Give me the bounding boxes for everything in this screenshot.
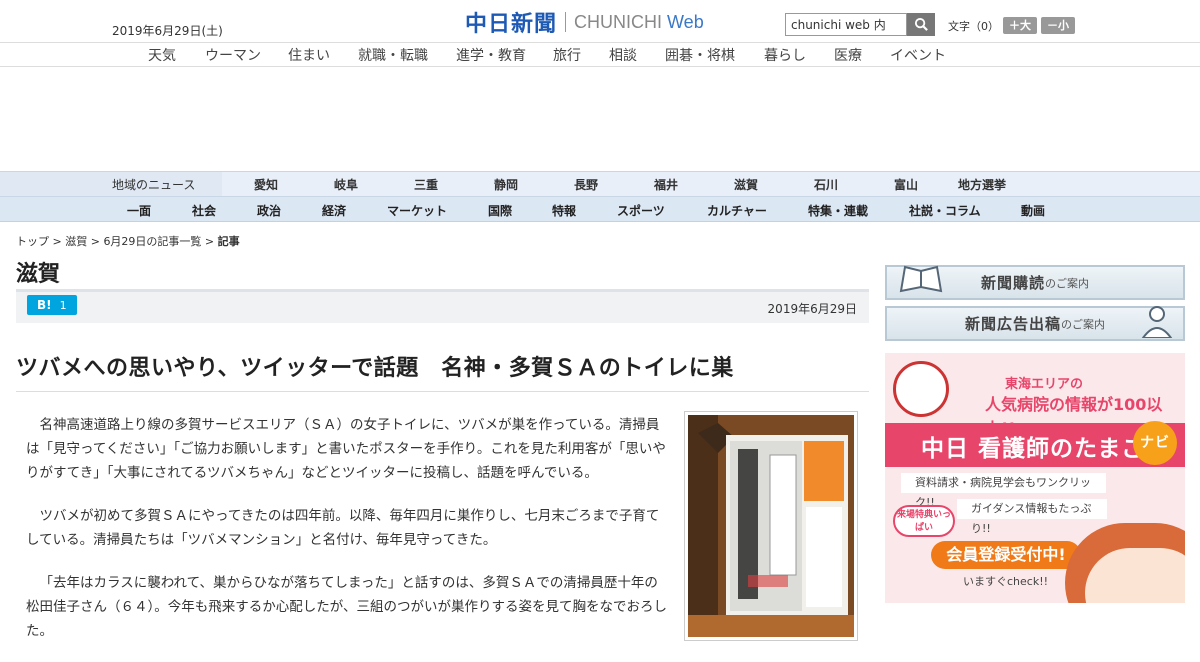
subscribe-info-button[interactable]: 新聞購読 のご案内 bbox=[885, 265, 1185, 300]
text-size-label: 文字（0） bbox=[948, 19, 999, 33]
photo-illustration bbox=[688, 415, 854, 637]
section-item[interactable]: 特集・連載 bbox=[808, 202, 868, 219]
headline-divider bbox=[16, 391, 869, 392]
region-item[interactable]: 岐阜 bbox=[334, 176, 358, 193]
category-item[interactable]: 就職・転職 bbox=[358, 45, 428, 65]
section-item[interactable]: 社説・コラム bbox=[909, 202, 981, 219]
text-size-up-button[interactable]: ＋大 bbox=[1003, 17, 1037, 34]
header-date: 2019年6月29日(土) bbox=[112, 24, 223, 38]
article-meta-bar: B! 1 2019年6月29日 bbox=[16, 289, 869, 323]
category-item[interactable]: 暮らし bbox=[764, 45, 806, 65]
category-item[interactable]: 住まい bbox=[288, 45, 330, 65]
newspaper-icon bbox=[899, 265, 943, 293]
region-arrow bbox=[198, 172, 212, 196]
breadcrumb-shiga[interactable]: 滋賀 bbox=[65, 235, 87, 248]
banner-title: 中日 看護師のたまご bbox=[921, 436, 1146, 462]
article-paragraph: ツバメが初めて多賀ＳＡにやってきたのは四年前。以降、毎年四月に巣作りし、七月末ご… bbox=[26, 508, 660, 548]
article-paragraph: 「去年はカラスに襲われて、巣からひなが落ちてしまった」と話すのは、多賀ＳＡでの清… bbox=[26, 575, 667, 639]
section-item[interactable]: 経済 bbox=[322, 202, 346, 219]
breadcrumb-separator: > bbox=[201, 235, 218, 248]
section-item[interactable]: 社会 bbox=[192, 202, 216, 219]
region-item[interactable]: 福井 bbox=[654, 176, 678, 193]
banner-cta[interactable]: 会員登録受付中! bbox=[931, 541, 1081, 569]
section-nav: 一面 社会 政治 経済 マーケット 国際 特報 スポーツ カルチャー 特集・連載… bbox=[0, 197, 1200, 222]
advertising-label: 新聞広告出稿 bbox=[964, 315, 1061, 333]
category-nav: 天気 ウーマン 住まい 就職・転職 進学・教育 旅行 相談 囲碁・将棋 暮らし … bbox=[0, 43, 1200, 67]
hatebu-count: 1 bbox=[59, 299, 67, 312]
breadcrumb-separator: > bbox=[49, 235, 66, 248]
subscribe-label: 新聞購読 bbox=[980, 274, 1045, 292]
banner-sub: いますぐcheck!! bbox=[963, 575, 1049, 588]
region-nav: 地域のニュース 愛知 岐阜 三重 静岡 長野 福井 滋賀 石川 富山 地方選挙 bbox=[0, 171, 1200, 197]
breadcrumb-top[interactable]: トップ bbox=[16, 235, 49, 248]
logo-english-a: CHUNICHI bbox=[574, 11, 668, 32]
category-item[interactable]: 囲碁・将棋 bbox=[665, 45, 735, 65]
breadcrumb: トップ > 滋賀 > 6月29日の記事一覧 > 記事 bbox=[16, 233, 240, 249]
restroom-sign-image bbox=[688, 415, 854, 637]
category-item[interactable]: 天気 bbox=[148, 45, 176, 65]
section-item[interactable]: 国際 bbox=[488, 202, 512, 219]
breadcrumb-list[interactable]: 6月29日の記事一覧 bbox=[103, 235, 201, 248]
logo-japanese: 中日新聞 bbox=[465, 12, 558, 37]
section-item[interactable]: マーケット bbox=[387, 202, 447, 219]
article-photo[interactable] bbox=[684, 411, 858, 641]
region-item[interactable]: 愛知 bbox=[254, 176, 278, 193]
nurse-character-icon bbox=[893, 361, 949, 417]
category-item[interactable]: 進学・教育 bbox=[456, 45, 526, 65]
site-header: 2019年6月29日(土) 中日新聞 CHUNICHI Web 文字（0） ＋大… bbox=[0, 0, 1200, 43]
article-headline: ツバメへの思いやり、ツイッターで話題 名神・多賀ＳＡのトイレに巣 bbox=[16, 356, 734, 381]
advertising-sub: のご案内 bbox=[1061, 317, 1105, 331]
region-item[interactable]: 滋賀 bbox=[734, 176, 758, 193]
category-item[interactable]: 相談 bbox=[609, 45, 637, 65]
region-nav-label-box: 地域のニュース bbox=[0, 172, 222, 196]
category-item[interactable]: 旅行 bbox=[553, 45, 581, 65]
logo-divider bbox=[565, 12, 567, 32]
search-button[interactable] bbox=[907, 13, 935, 36]
region-item[interactable]: 地方選挙 bbox=[958, 176, 1006, 193]
search-icon bbox=[914, 17, 928, 31]
article-body: 名神高速道路上り線の多賀サービスエリア（ＳＡ）の女子トイレに、ツバメが巣を作って… bbox=[26, 413, 670, 662]
site-search bbox=[785, 13, 935, 36]
banner-bullet-2: ガイダンス情報もたっぷり!! bbox=[957, 499, 1107, 535]
banner-badge: 来場特典いっぱい bbox=[893, 505, 955, 537]
banner-title-bar: 中日 看護師のたまご ナビ bbox=[885, 421, 1185, 467]
logo-english: CHUNICHI Web bbox=[574, 12, 704, 33]
section-item[interactable]: 動画 bbox=[1021, 202, 1045, 219]
section-item[interactable]: 政治 bbox=[257, 202, 281, 219]
category-item[interactable]: イベント bbox=[890, 45, 946, 65]
banner-bullet-1: 資料請求・病院見学会もワンクリック!! bbox=[901, 473, 1106, 509]
nurse-recruit-banner[interactable]: 東海エリアの 人気病院の情報が100以上!! 中日 看護師のたまご ナビ 資料請… bbox=[885, 353, 1185, 603]
section-item[interactable]: カルチャー bbox=[707, 202, 767, 219]
article-paragraph: 名神高速道路上り線の多賀サービスエリア（ＳＡ）の女子トイレに、ツバメが巣を作って… bbox=[26, 417, 666, 481]
category-item[interactable]: ウーマン bbox=[205, 45, 261, 65]
region-item[interactable]: 石川 bbox=[814, 176, 838, 193]
category-item[interactable]: 医療 bbox=[834, 45, 862, 65]
breadcrumb-current: 記事 bbox=[217, 235, 240, 248]
region-nav-label[interactable]: 地域のニュース bbox=[112, 176, 195, 193]
region-item[interactable]: 静岡 bbox=[494, 176, 518, 193]
banner-navi: ナビ bbox=[1140, 435, 1170, 451]
article-date: 2019年6月29日 bbox=[767, 302, 857, 316]
section-item[interactable]: 特報 bbox=[552, 202, 576, 219]
hatebu-label: B! bbox=[37, 298, 52, 312]
top-ad-space bbox=[0, 68, 1200, 171]
section-item[interactable]: 一面 bbox=[127, 202, 151, 219]
region-item[interactable]: 富山 bbox=[894, 176, 918, 193]
hatena-bookmark-button[interactable]: B! 1 bbox=[27, 295, 77, 315]
banner-line1: 東海エリアの bbox=[1005, 377, 1084, 392]
advertising-info-button[interactable]: 新聞広告出稿 のご案内 bbox=[885, 306, 1185, 341]
banner-navi-badge: ナビ bbox=[1133, 421, 1177, 465]
search-input[interactable] bbox=[785, 13, 907, 36]
text-size-down-button[interactable]: －小 bbox=[1041, 17, 1075, 34]
region-item[interactable]: 長野 bbox=[574, 176, 598, 193]
section-title: 滋賀 bbox=[16, 262, 61, 287]
site-logo[interactable]: 中日新聞 CHUNICHI Web bbox=[465, 9, 704, 38]
text-size-control: 文字（0） ＋大 －小 bbox=[948, 17, 1075, 34]
breadcrumb-separator: > bbox=[87, 235, 104, 248]
subscribe-sub: のご案内 bbox=[1045, 276, 1089, 290]
section-item[interactable]: スポーツ bbox=[617, 202, 665, 219]
businessperson-icon bbox=[1141, 306, 1173, 338]
region-item[interactable]: 三重 bbox=[414, 176, 438, 193]
logo-english-b: Web bbox=[667, 11, 704, 32]
